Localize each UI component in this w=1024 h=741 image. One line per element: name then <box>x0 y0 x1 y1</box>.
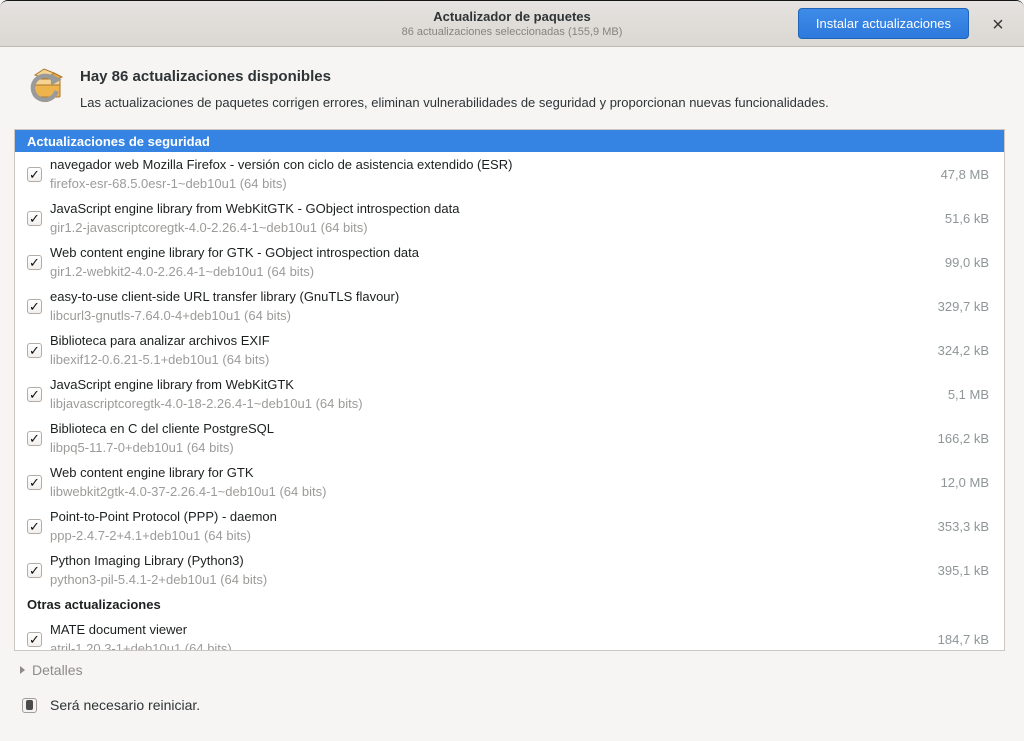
section-header-plain: Otras actualizaciones <box>15 592 1004 617</box>
package-size: 184,7 kB <box>938 632 989 647</box>
package-text: JavaScript engine library from WebKitGTK… <box>50 375 936 413</box>
package-title: JavaScript engine library from WebKitGTK… <box>50 199 933 218</box>
details-label: Detalles <box>32 662 83 678</box>
updates-available-heading: Hay 86 actualizaciones disponibles <box>80 68 331 85</box>
package-row[interactable]: ✓ navegador web Mozilla Firefox - versión… <box>15 152 1004 196</box>
package-title: Biblioteca en C del cliente PostgreSQL <box>50 419 926 438</box>
package-text: MATE document vieweratril-1.20.3-1+deb10… <box>50 620 926 651</box>
package-version: libwebkit2gtk-4.0-37-2.26.4-1~deb10u1 (6… <box>50 482 929 501</box>
package-size: 47,8 MB <box>941 167 989 182</box>
package-version: ppp-2.4.7-2+4.1+deb10u1 (64 bits) <box>50 526 926 545</box>
package-title: Web content engine library for GTK - GOb… <box>50 243 933 262</box>
package-row[interactable]: ✓ easy-to-use client-side URL transfer li… <box>15 284 1004 328</box>
package-checkbox[interactable]: ✓ <box>27 343 42 358</box>
package-row[interactable]: ✓ Biblioteca para analizar archivos EXIFl… <box>15 328 1004 372</box>
package-checkbox[interactable]: ✓ <box>27 211 42 226</box>
package-row[interactable]: ✓ JavaScript engine library from WebKitGT… <box>15 196 1004 240</box>
updates-description: Las actualizaciones de paquetes corrigen… <box>80 95 829 110</box>
package-text: JavaScript engine library from WebKitGTK… <box>50 199 933 237</box>
package-row[interactable]: ✓ Web content engine library for GTKlibwe… <box>15 460 1004 504</box>
package-version: libexif12-0.6.21-5.1+deb10u1 (64 bits) <box>50 350 926 369</box>
package-checkbox[interactable]: ✓ <box>27 632 42 647</box>
package-version: atril-1.20.3-1+deb10u1 (64 bits) <box>50 639 926 651</box>
details-expander[interactable]: Detalles <box>20 662 83 678</box>
package-text: easy-to-use client-side URL transfer lib… <box>50 287 926 325</box>
package-size: 51,6 kB <box>945 211 989 226</box>
package-version: libcurl3-gnutls-7.64.0-4+deb10u1 (64 bit… <box>50 306 926 325</box>
package-row[interactable]: ✓ Biblioteca en C del cliente PostgreSQLl… <box>15 416 1004 460</box>
restart-notice-text: Será necesario reiniciar. <box>50 697 200 713</box>
package-version: gir1.2-webkit2-4.0-2.26.4-1~deb10u1 (64 … <box>50 262 933 281</box>
package-size: 324,2 kB <box>938 343 989 358</box>
package-row[interactable]: ✓ MATE document vieweratril-1.20.3-1+deb1… <box>15 617 1004 651</box>
package-size: 395,1 kB <box>938 563 989 578</box>
package-text: Biblioteca para analizar archivos EXIFli… <box>50 331 926 369</box>
section-header-security: Actualizaciones de seguridad <box>15 130 1004 152</box>
package-text: Web content engine library for GTK - GOb… <box>50 243 933 281</box>
package-size: 329,7 kB <box>938 299 989 314</box>
package-text: Web content engine library for GTKlibweb… <box>50 463 929 501</box>
package-text: Point-to-Point Protocol (PPP) - daemonpp… <box>50 507 926 545</box>
package-size: 353,3 kB <box>938 519 989 534</box>
package-version: libpq5-11.7-0+deb10u1 (64 bits) <box>50 438 926 457</box>
package-list[interactable]: Actualizaciones de seguridad ✓ navegador w… <box>14 129 1005 651</box>
expander-triangle-icon <box>20 666 25 674</box>
package-text: Biblioteca en C del cliente PostgreSQLli… <box>50 419 926 457</box>
package-checkbox[interactable]: ✓ <box>27 431 42 446</box>
restart-icon <box>22 698 37 713</box>
package-size: 99,0 kB <box>945 255 989 270</box>
package-row[interactable]: ✓ Web content engine library for GTK - GO… <box>15 240 1004 284</box>
package-title: Web content engine library for GTK <box>50 463 929 482</box>
package-checkbox[interactable]: ✓ <box>27 387 42 402</box>
restart-notice-row: Será necesario reiniciar. <box>22 697 200 713</box>
package-version: gir1.2-javascriptcoregtk-4.0-2.26.4-1~de… <box>50 218 933 237</box>
package-row[interactable]: ✓ Python Imaging Library (Python3)python3… <box>15 548 1004 592</box>
package-title: navegador web Mozilla Firefox - versión … <box>50 155 929 174</box>
package-size: 12,0 MB <box>941 475 989 490</box>
package-row[interactable]: ✓ Point-to-Point Protocol (PPP) - daemonp… <box>15 504 1004 548</box>
package-version: python3-pil-5.4.1-2+deb10u1 (64 bits) <box>50 570 926 589</box>
close-icon[interactable]: × <box>985 12 1011 38</box>
package-row[interactable]: ✓ JavaScript engine library from WebKitGT… <box>15 372 1004 416</box>
package-version: firefox-esr-68.5.0esr-1~deb10u1 (64 bits… <box>50 174 929 193</box>
package-version: libjavascriptcoregtk-4.0-18-2.26.4-1~deb… <box>50 394 936 413</box>
package-checkbox[interactable]: ✓ <box>27 563 42 578</box>
package-title: Point-to-Point Protocol (PPP) - daemon <box>50 507 926 526</box>
package-title: MATE document viewer <box>50 620 926 639</box>
install-updates-button[interactable]: Instalar actualizaciones <box>798 8 969 39</box>
package-text: Python Imaging Library (Python3)python3-… <box>50 551 926 589</box>
package-updater-window: Actualizador de paquetes 86 actualizacio… <box>0 0 1024 741</box>
package-title: easy-to-use client-side URL transfer lib… <box>50 287 926 306</box>
software-update-icon <box>23 64 68 109</box>
package-title: JavaScript engine library from WebKitGTK <box>50 375 936 394</box>
package-title: Python Imaging Library (Python3) <box>50 551 926 570</box>
package-checkbox[interactable]: ✓ <box>27 299 42 314</box>
package-checkbox[interactable]: ✓ <box>27 255 42 270</box>
package-size: 166,2 kB <box>938 431 989 446</box>
package-checkbox[interactable]: ✓ <box>27 519 42 534</box>
package-text: navegador web Mozilla Firefox - versión … <box>50 155 929 193</box>
package-title: Biblioteca para analizar archivos EXIF <box>50 331 926 350</box>
package-checkbox[interactable]: ✓ <box>27 475 42 490</box>
headerbar: Actualizador de paquetes 86 actualizacio… <box>0 1 1024 47</box>
package-checkbox[interactable]: ✓ <box>27 167 42 182</box>
package-size: 5,1 MB <box>948 387 989 402</box>
